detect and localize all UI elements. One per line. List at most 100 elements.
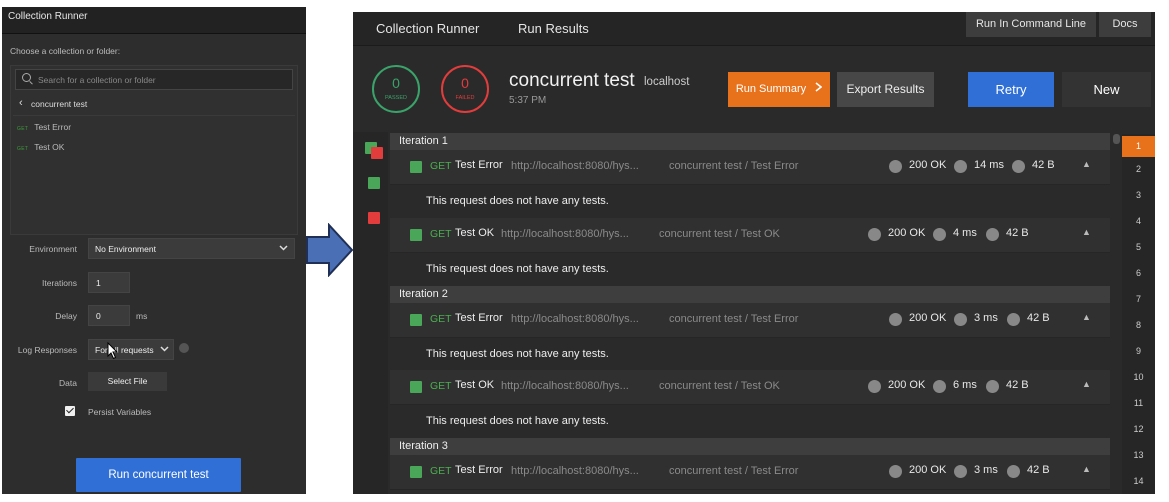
request-row[interactable]: GET Test Error http://localhost:8080/hys… <box>390 150 1110 185</box>
run-summary-label: Run Summary <box>735 83 807 95</box>
tab-collection-runner[interactable]: Collection Runner <box>376 12 479 45</box>
iteration-header: Iteration 2 <box>390 286 1110 303</box>
request-path: concurrent test / Test OK <box>659 380 780 392</box>
run-in-command-line-button[interactable]: Run In Command Line <box>966 12 1096 37</box>
collection-breadcrumb[interactable]: ‹ concurrent test <box>13 93 295 116</box>
iteration-number[interactable]: 6 <box>1122 268 1155 278</box>
data-label: Data <box>59 378 77 388</box>
runner-title: Collection Runner <box>8 11 88 22</box>
time-dot <box>954 313 967 326</box>
response-status: 200 OK <box>888 379 926 391</box>
status-dot <box>868 380 881 393</box>
request-row[interactable]: GET Test Error http://localhost:8080/hys… <box>390 455 1110 490</box>
collection-runner-panel: Collection Runner Choose a collection or… <box>2 7 306 494</box>
request-row[interactable]: GET Test OK http://localhost:8080/hys...… <box>390 370 1110 405</box>
time-dot <box>933 228 946 241</box>
persist-variables-checkbox[interactable] <box>65 406 75 416</box>
pass-marker <box>410 381 422 393</box>
persist-variables-label: Persist Variables <box>88 407 152 417</box>
run-summary-button[interactable]: Run Summary <box>728 72 830 107</box>
collapse-icon[interactable]: ▲ <box>1082 379 1091 389</box>
method-label: GET <box>430 465 452 477</box>
choose-collection-label: Choose a collection or folder: <box>10 46 121 56</box>
collapse-icon[interactable]: ▲ <box>1082 312 1091 322</box>
run-collection-button[interactable]: Run concurrent test <box>76 458 241 492</box>
request-row[interactable]: GET Test OK http://localhost:8080/hys...… <box>390 218 1110 253</box>
iteration-navigator: 1 2 3 4 5 6 7 8 9 10 11 12 13 14 <box>1122 134 1155 494</box>
run-results-panel: Collection Runner Run Results Run In Com… <box>353 12 1155 494</box>
iteration-header: Iteration 3 <box>390 438 1110 455</box>
chevron-down-icon <box>279 245 288 251</box>
method-badge: GET <box>17 126 29 132</box>
status-dot <box>889 313 902 326</box>
collection-search-input[interactable]: Search for a collection or folder <box>15 69 293 90</box>
log-responses-value: For all requests <box>95 345 154 355</box>
no-tests-message: This request does not have any tests. <box>390 405 1110 439</box>
iteration-number[interactable]: 2 <box>1122 164 1155 174</box>
iteration-number[interactable]: 4 <box>1122 216 1155 226</box>
environment-select[interactable]: No Environment <box>88 238 295 259</box>
collapse-icon[interactable]: ▲ <box>1082 464 1091 474</box>
pass-marker <box>410 229 422 241</box>
chevron-left-icon[interactable]: ‹ <box>19 97 23 109</box>
request-name: Test Error <box>455 464 503 476</box>
run-time: 5:37 PM <box>509 95 547 106</box>
delay-input[interactable]: 0 <box>88 305 130 326</box>
select-file-button[interactable]: Select File <box>88 372 167 391</box>
transition-arrow-icon <box>306 223 354 277</box>
response-status: 200 OK <box>909 312 947 324</box>
info-icon[interactable] <box>179 343 189 353</box>
response-status: 200 OK <box>888 227 926 239</box>
iterations-input[interactable]: 1 <box>88 272 130 293</box>
iteration-number[interactable]: 12 <box>1122 424 1155 434</box>
iteration-number-selected[interactable]: 1 <box>1122 136 1155 157</box>
passed-count: 0 <box>392 75 400 91</box>
pass-marker <box>368 177 380 189</box>
method-label: GET <box>430 228 452 240</box>
list-item-test-ok[interactable]: GET Test OK <box>17 142 64 152</box>
pass-marker <box>410 466 422 478</box>
request-name: Test Error <box>455 159 503 171</box>
scrollbar-thumb[interactable] <box>1113 134 1120 144</box>
iteration-number[interactable]: 8 <box>1122 320 1155 330</box>
iteration-number[interactable]: 14 <box>1122 476 1155 486</box>
iteration-number[interactable]: 3 <box>1122 190 1155 200</box>
time-dot <box>933 380 946 393</box>
request-url: http://localhost:8080/hys... <box>511 465 639 477</box>
iteration-number[interactable]: 10 <box>1122 372 1155 382</box>
log-responses-label: Log Responses <box>17 345 77 355</box>
response-time: 6 ms <box>953 379 977 391</box>
docs-button[interactable]: Docs <box>1099 12 1151 37</box>
list-item-test-error[interactable]: GET Test Error <box>17 122 71 132</box>
iteration-number[interactable]: 13 <box>1122 450 1155 460</box>
pass-marker <box>410 161 422 173</box>
response-size: 42 B <box>1027 312 1050 324</box>
iteration-number[interactable]: 7 <box>1122 294 1155 304</box>
request-path: concurrent test / Test OK <box>659 228 780 240</box>
failed-label: FAILED <box>455 95 475 101</box>
breadcrumb-label: concurrent test <box>31 99 88 109</box>
response-status: 200 OK <box>909 464 947 476</box>
method-label: GET <box>430 380 452 392</box>
request-row[interactable]: GET Test Error http://localhost:8080/hys… <box>390 303 1110 338</box>
results-scrollbar[interactable] <box>1112 134 1121 494</box>
request-path: concurrent test / Test Error <box>669 313 799 325</box>
status-dot <box>889 160 902 173</box>
response-time: 3 ms <box>974 312 998 324</box>
new-run-button[interactable]: New <box>1062 72 1151 107</box>
no-tests-message: This request does not have any tests. <box>390 253 1110 287</box>
collapse-icon[interactable]: ▲ <box>1082 227 1091 237</box>
log-responses-select[interactable]: For all requests <box>88 339 174 360</box>
iteration-number[interactable]: 11 <box>1122 398 1155 408</box>
export-results-button[interactable]: Export Results <box>837 72 934 107</box>
response-time: 3 ms <box>974 464 998 476</box>
collapse-icon[interactable]: ▲ <box>1082 159 1091 169</box>
iteration-number[interactable]: 9 <box>1122 346 1155 356</box>
retry-button[interactable]: Retry <box>968 72 1054 107</box>
tab-run-results[interactable]: Run Results <box>518 12 589 45</box>
request-path: concurrent test / Test Error <box>669 465 799 477</box>
search-icon <box>22 73 31 82</box>
response-size: 42 B <box>1027 464 1050 476</box>
response-size: 42 B <box>1006 227 1029 239</box>
iteration-number[interactable]: 5 <box>1122 242 1155 252</box>
